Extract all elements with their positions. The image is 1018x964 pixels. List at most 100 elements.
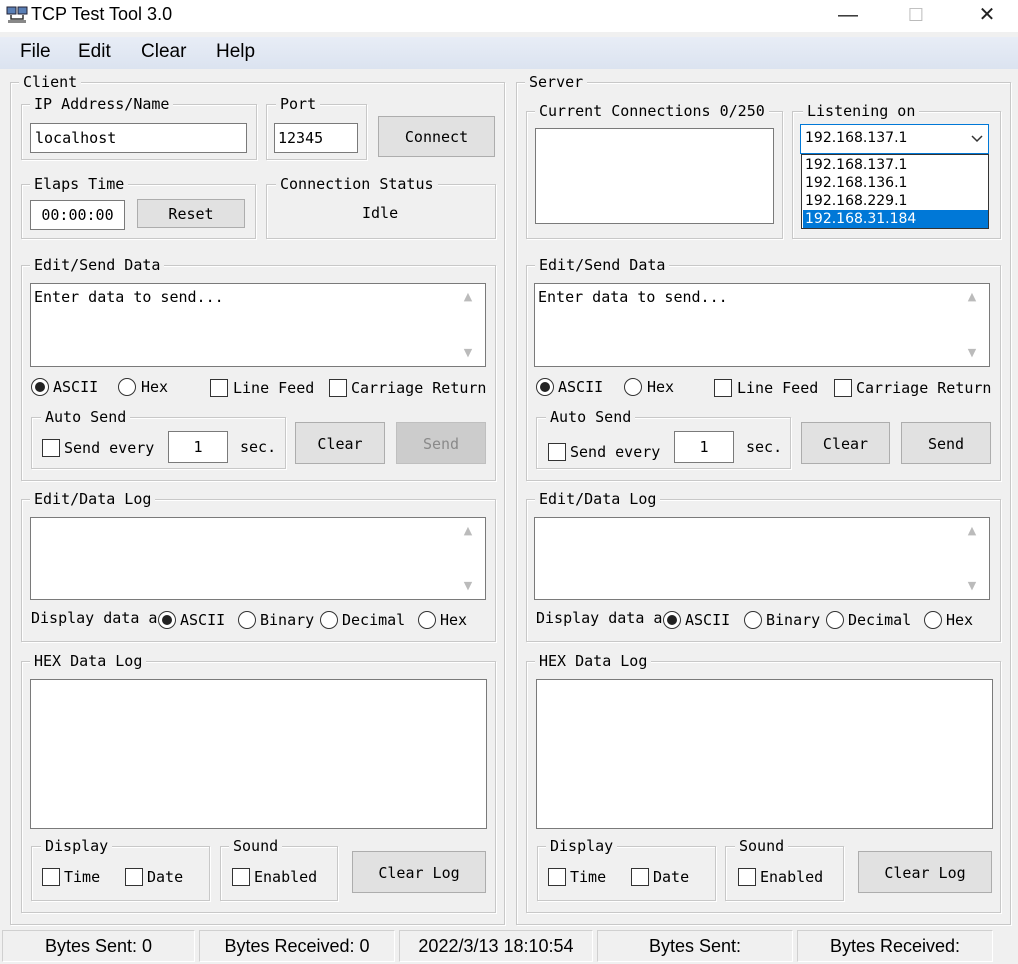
server-sound-enabled-checkbox[interactable] — [738, 868, 756, 886]
client-sound-enabled-checkbox[interactable] — [232, 868, 250, 886]
connection-status-label: Connection Status — [276, 175, 438, 193]
server-line-feed-checkbox[interactable] — [714, 379, 732, 397]
server-carriage-return-checkbox[interactable] — [834, 379, 852, 397]
client-display-decimal-radio[interactable] — [320, 611, 338, 629]
current-connections-label: Current Connections 0/250 — [535, 102, 769, 120]
server-sound-label: Sound — [735, 837, 789, 855]
elaps-time-value: 00:00:00 — [30, 200, 125, 230]
elaps-time-label: Elaps Time — [30, 175, 129, 193]
server-display-hex-label: Hex — [946, 611, 974, 629]
server-format-ascii-radio[interactable] — [536, 378, 554, 396]
menu-edit[interactable]: Edit — [78, 41, 111, 63]
server-clear-log-button[interactable]: Clear Log — [858, 851, 992, 893]
listening-on-dropdown-list: 192.168.137.1 192.168.136.1 192.168.229.… — [801, 154, 989, 229]
client-display-binary-radio[interactable] — [238, 611, 256, 629]
client-display-ascii-radio[interactable] — [158, 611, 176, 629]
server-sec-label: sec. — [746, 438, 783, 456]
client-sec-label: sec. — [240, 438, 277, 456]
client-send-every-label: Send every — [64, 439, 155, 457]
status-bytes-received: Bytes Received: 0 — [199, 930, 395, 962]
client-hex-log-area[interactable] — [30, 679, 487, 829]
listening-option[interactable]: 192.168.137.1 — [803, 156, 988, 174]
client-send-textarea[interactable]: Enter data to send... ▲ ▼ — [30, 283, 486, 367]
client-format-hex-radio[interactable] — [118, 378, 136, 396]
status-datetime: 2022/3/13 18:10:54 — [399, 930, 593, 962]
listening-option[interactable]: 192.168.229.1 — [803, 192, 988, 210]
connect-button[interactable]: Connect — [378, 116, 495, 157]
client-data-log-area[interactable]: ▲ ▼ — [30, 517, 486, 600]
client-data-log-label: Edit/Data Log — [30, 490, 156, 508]
client-display-ascii-label: ASCII — [180, 611, 226, 629]
server-date-label: Date — [653, 868, 690, 886]
connection-status-value: Idle — [362, 204, 399, 222]
listening-on-combobox[interactable]: 192.168.137.1 — [800, 124, 989, 154]
client-send-button[interactable]: Send — [396, 422, 486, 464]
listening-option-selected[interactable]: 192.168.31.184 — [803, 210, 988, 228]
client-format-hex-label: Hex — [141, 378, 169, 396]
server-date-checkbox[interactable] — [631, 868, 649, 886]
server-display-ascii-radio[interactable] — [663, 611, 681, 629]
server-display-binary-label: Binary — [766, 611, 821, 629]
status-bytes-sent: Bytes Sent: 0 — [2, 930, 195, 962]
server-display-hex-radio[interactable] — [924, 611, 942, 629]
scroll-up-arrow-icon[interactable]: ▲ — [461, 524, 475, 538]
scroll-down-arrow-icon[interactable]: ▼ — [965, 579, 979, 593]
client-time-checkbox[interactable] — [42, 868, 60, 886]
scroll-down-arrow-icon[interactable]: ▼ — [461, 579, 475, 593]
chevron-down-icon[interactable] — [970, 130, 984, 146]
server-send-button[interactable]: Send — [901, 422, 991, 464]
server-send-every-checkbox[interactable] — [548, 443, 566, 461]
client-display-label: Display — [41, 837, 113, 855]
listening-option[interactable]: 192.168.136.1 — [803, 174, 988, 192]
scroll-down-arrow-icon[interactable]: ▼ — [965, 346, 979, 360]
send-placeholder: Enter data to send... — [538, 288, 728, 306]
scroll-up-arrow-icon[interactable]: ▲ — [965, 290, 979, 304]
minimize-button[interactable]: — — [825, 0, 871, 30]
menu-clear[interactable]: Clear — [141, 41, 186, 63]
status-server-bytes-sent: Bytes Sent: — [597, 930, 793, 962]
server-display-ascii-label: ASCII — [685, 611, 731, 629]
server-display-decimal-radio[interactable] — [826, 611, 844, 629]
client-format-ascii-label: ASCII — [53, 378, 99, 396]
port-input[interactable]: 12345 — [274, 123, 358, 153]
listening-on-selected: 192.168.137.1 — [805, 130, 908, 146]
client-date-checkbox[interactable] — [125, 868, 143, 886]
client-carriage-return-checkbox[interactable] — [329, 379, 347, 397]
client-line-feed-label: Line Feed — [233, 379, 315, 397]
server-data-log-area[interactable]: ▲ ▼ — [534, 517, 990, 600]
scroll-up-arrow-icon[interactable]: ▲ — [461, 290, 475, 304]
server-format-hex-radio[interactable] — [624, 378, 642, 396]
listening-on-label: Listening on — [803, 102, 920, 120]
server-clear-button[interactable]: Clear — [801, 422, 890, 464]
menu-file[interactable]: File — [20, 41, 51, 63]
connections-list[interactable] — [535, 128, 774, 224]
window-title: TCP Test Tool 3.0 — [31, 4, 173, 24]
client-clear-log-button[interactable]: Clear Log — [352, 851, 486, 893]
server-send-textarea[interactable]: Enter data to send... ▲ ▼ — [534, 283, 990, 367]
client-group-label: Client — [19, 73, 82, 91]
server-carriage-return-label: Carriage Return — [856, 379, 992, 397]
client-clear-button[interactable]: Clear — [295, 422, 385, 464]
client-display-hex-radio[interactable] — [418, 611, 436, 629]
server-hex-log-label: HEX Data Log — [535, 652, 652, 670]
server-time-checkbox[interactable] — [548, 868, 566, 886]
server-display-binary-radio[interactable] — [744, 611, 762, 629]
ip-address-label: IP Address/Name — [30, 95, 174, 113]
client-send-every-checkbox[interactable] — [42, 439, 60, 457]
scroll-down-arrow-icon[interactable]: ▼ — [461, 346, 475, 360]
menu-help[interactable]: Help — [216, 41, 255, 63]
client-auto-send-label: Auto Send — [41, 408, 131, 426]
ip-address-input[interactable]: localhost — [30, 123, 247, 153]
client-date-label: Date — [147, 868, 184, 886]
maximize-button[interactable]: ☐ — [893, 0, 939, 30]
client-send-every-input[interactable]: 1 — [168, 431, 228, 463]
close-button[interactable]: ✕ — [964, 0, 1010, 30]
server-display-label: Display — [546, 837, 618, 855]
scroll-up-arrow-icon[interactable]: ▲ — [965, 524, 979, 538]
server-send-every-input[interactable]: 1 — [674, 431, 734, 463]
reset-button[interactable]: Reset — [137, 199, 245, 228]
client-format-ascii-radio[interactable] — [31, 378, 49, 396]
client-line-feed-checkbox[interactable] — [210, 379, 228, 397]
server-hex-log-area[interactable] — [536, 679, 993, 829]
client-hex-log-label: HEX Data Log — [30, 652, 147, 670]
